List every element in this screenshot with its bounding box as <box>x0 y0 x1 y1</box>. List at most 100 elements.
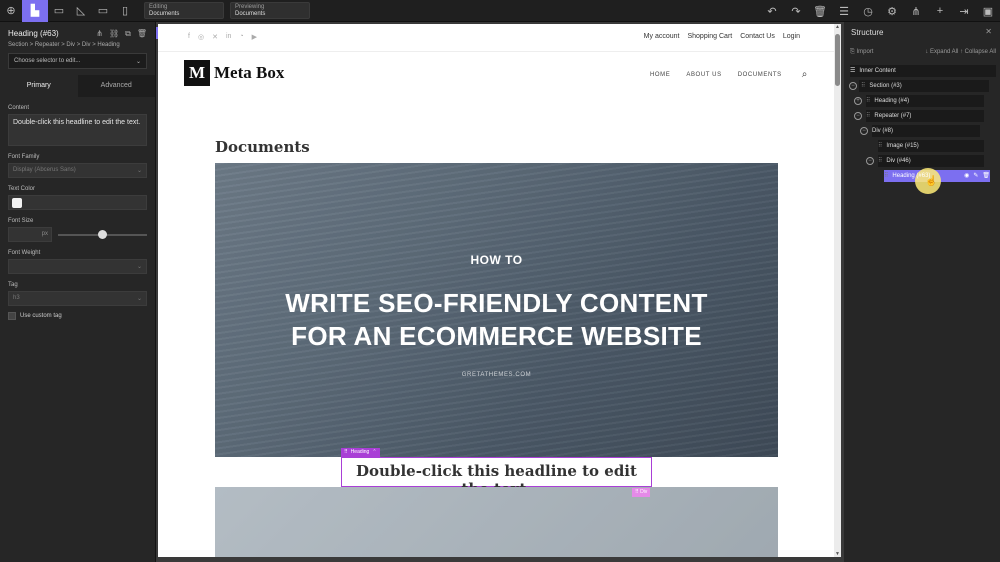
import-button[interactable]: ⎘ Import <box>850 49 873 56</box>
drag-handle-icon[interactable]: ⠿ <box>884 170 888 182</box>
delete-icon[interactable]: 🗑 <box>137 29 147 39</box>
structure-icon[interactable]: ⋔ <box>96 29 103 39</box>
tree-item-heading-4[interactable]: + ⠿ Heading (#4) <box>854 95 984 107</box>
tablet-icon[interactable]: ▭ <box>92 0 114 22</box>
site-header: M Meta Box HOME ABOUT US DOCUMENTS ⌕ <box>158 52 834 96</box>
tab-advanced[interactable]: Advanced <box>77 75 155 97</box>
expand-all-button[interactable]: ↓ Expand All <box>925 49 958 55</box>
structure-panel: Structure ✕ ⎘ Import ↓ Expand All ↑ Coll… <box>844 22 1000 562</box>
linkedin-icon[interactable]: in <box>226 33 231 41</box>
canvas-scrollbar[interactable]: ▲ ▼ <box>834 24 841 557</box>
settings-icon[interactable]: ⚙ <box>880 0 904 22</box>
main-nav: HOME ABOUT US DOCUMENTS ⌕ <box>650 69 808 80</box>
social-links: f ◎ ✕ in ◔ ▶ <box>188 33 257 41</box>
tree-item-div-46[interactable]: − ⠿ Div (#46) <box>866 155 984 167</box>
rss-icon[interactable]: ◔ <box>239 33 243 41</box>
collapse-all-button[interactable]: ↑ Collapse All <box>960 49 996 55</box>
link-login[interactable]: Login <box>783 33 800 40</box>
resize-icon[interactable]: ◺ <box>70 0 92 22</box>
previewing-selector[interactable]: Previewing Documents <box>230 2 310 19</box>
selector-dropdown[interactable]: Choose selector to edit... ⌄ <box>8 53 147 69</box>
font-weight-select[interactable]: ⌄ <box>8 259 147 274</box>
drag-handle-icon[interactable]: ⠿ <box>861 80 865 92</box>
copy-icon[interactable]: ⧉ <box>125 29 131 39</box>
tree-item-image[interactable]: ⠿ Image (#15) <box>878 140 984 152</box>
tag-select[interactable]: h3 ⌄ <box>8 291 147 306</box>
trash-icon[interactable]: 🗑 <box>808 0 832 22</box>
hero-site: GRETATHEMES.COM <box>461 372 532 378</box>
link-shopping-cart[interactable]: Shopping Cart <box>687 33 732 40</box>
drag-handle-icon[interactable]: ⠿ <box>878 140 882 152</box>
edit-icon[interactable]: ✎ <box>973 170 978 182</box>
div-badge[interactable]: ⠿ Div <box>632 488 651 497</box>
add-element-icon[interactable]: ⊕ <box>0 0 22 22</box>
close-icon[interactable]: ✕ <box>985 27 992 36</box>
font-family-select[interactable]: Display (Abcerus Sans) ⌄ <box>8 163 147 178</box>
editing-caption: Editing <box>149 4 168 10</box>
builder-app: ⊕ ▙ ▭ ◺ ▭ ▯ Editing Documents Previewing… <box>0 0 1000 562</box>
tree-item-div-8[interactable]: − Div (#8) <box>860 125 980 137</box>
link-contact-us[interactable]: Contact Us <box>740 33 775 40</box>
chevron-down-icon: ⌄ <box>136 264 142 270</box>
hero-image[interactable]: HOW TO WRITE SEO-FRIENDLY CONTENT FOR AN … <box>215 163 778 457</box>
font-size-input[interactable]: px <box>8 227 52 242</box>
breadcrumb[interactable]: Section > Repeater > Div > Div > Heading <box>8 42 147 48</box>
redo-icon[interactable]: ↷ <box>784 0 808 22</box>
structure-toggle-icon[interactable]: ▙ <box>22 0 48 22</box>
collapse-toggle-icon[interactable]: − <box>849 82 857 90</box>
scroll-thumb[interactable] <box>835 34 840 86</box>
delete-icon[interactable]: 🗑 <box>982 170 990 182</box>
expand-toggle-icon[interactable]: + <box>854 97 862 105</box>
search-icon[interactable]: ⌕ <box>802 69 808 80</box>
top-toolbar: ⊕ ▙ ▭ ◺ ▭ ▯ Editing Documents Previewing… <box>0 0 1000 22</box>
font-size-slider[interactable] <box>58 229 147 239</box>
tree-item-inner-content[interactable]: ☰ Inner Content <box>850 65 996 77</box>
sitemap-icon[interactable]: ⋔ <box>904 0 928 22</box>
nav-documents[interactable]: DOCUMENTS <box>738 72 782 78</box>
exit-icon[interactable]: ⇥ <box>952 0 976 22</box>
link-my-account[interactable]: My account <box>644 33 680 40</box>
second-image[interactable] <box>215 487 778 557</box>
drag-handle-icon[interactable]: ⠿ <box>866 110 870 122</box>
selected-tag-label: Heading <box>350 449 370 455</box>
editing-selector[interactable]: Editing Documents <box>144 2 224 19</box>
add-icon[interactable]: + <box>928 0 952 22</box>
text-color-label: Text Color <box>8 186 36 192</box>
layout-icon[interactable]: ▭ <box>48 0 70 22</box>
collapse-toggle-icon[interactable]: − <box>860 127 868 135</box>
tree-item-repeater[interactable]: − ⠿ Repeater (#7) <box>854 110 984 122</box>
mobile-icon[interactable]: ▯ <box>114 0 136 22</box>
nav-about-us[interactable]: ABOUT US <box>686 72 721 78</box>
chevron-down-icon: ⌄ <box>136 296 142 302</box>
tag-label: Tag <box>8 282 18 288</box>
site-logo[interactable]: M Meta Box <box>184 60 284 86</box>
x-icon[interactable]: ✕ <box>212 33 218 41</box>
drag-handle-icon[interactable]: ⠿ <box>866 95 870 107</box>
content-label: Content <box>8 105 30 111</box>
save-icon[interactable]: ▣ <box>976 0 1000 22</box>
nav-home[interactable]: HOME <box>650 72 670 78</box>
undo-icon[interactable]: ↶ <box>760 0 784 22</box>
content-field: Content Double-click this headline to ed… <box>0 105 155 146</box>
drag-handle-icon[interactable]: ⠿ <box>878 155 882 167</box>
div-tag-label: Div <box>640 489 648 495</box>
link-icon[interactable]: ⛓ <box>109 29 119 39</box>
custom-tag-checkbox[interactable] <box>8 312 16 320</box>
visibility-icon[interactable]: ◉ <box>964 170 969 182</box>
scroll-up-icon[interactable]: ▲ <box>834 24 841 30</box>
tab-primary[interactable]: Primary <box>0 75 78 97</box>
history-icon[interactable]: ◷ <box>856 0 880 22</box>
facebook-icon[interactable]: f <box>188 33 190 41</box>
text-color-picker[interactable] <box>8 195 147 210</box>
slider-knob[interactable] <box>98 229 107 239</box>
tree-item-section[interactable]: − ⠿ Section (#3) <box>849 80 989 92</box>
collapse-toggle-icon[interactable]: − <box>866 157 874 165</box>
content-textarea[interactable]: Double-click this headline to edit the t… <box>8 114 147 146</box>
selected-element-badge[interactable]: ⠿ Heading ⌃ <box>341 448 380 457</box>
list-icon[interactable]: ☰ <box>832 0 856 22</box>
collapse-toggle-icon[interactable]: − <box>854 112 862 120</box>
instagram-icon[interactable]: ◎ <box>198 33 204 41</box>
youtube-icon[interactable]: ▶ <box>252 33 257 41</box>
color-swatch[interactable] <box>12 198 22 208</box>
scroll-down-icon[interactable]: ▼ <box>834 551 841 557</box>
